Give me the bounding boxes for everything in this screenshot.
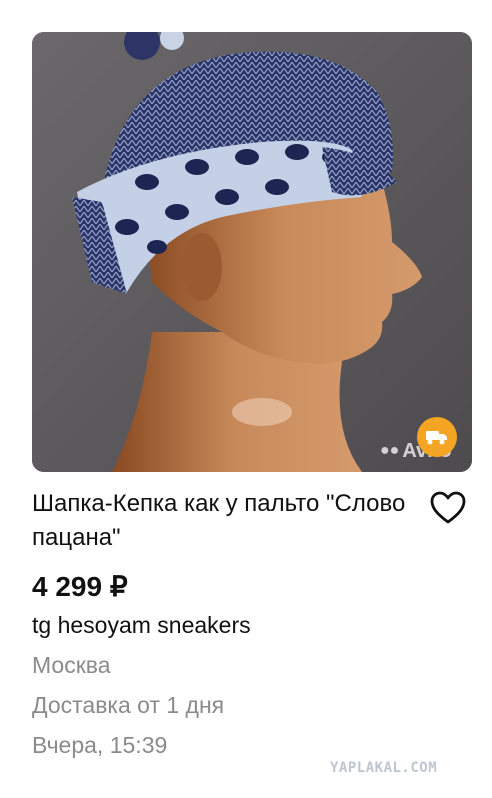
site-watermark: YAPLAKAL.COM	[330, 760, 438, 776]
seller-name[interactable]: tg hesoyam sneakers	[32, 612, 251, 639]
listing-date: Вчера, 15:39	[32, 732, 168, 758]
listing-title[interactable]: Шапка-Кепка как у пальто "Слово пацана"	[32, 487, 422, 555]
heart-outline-icon	[430, 491, 466, 524]
delivery-badge	[417, 417, 457, 457]
product-image	[32, 32, 472, 472]
delivery-info: Доставка от 1 дня	[32, 692, 225, 718]
listing-price: 4 299 ₽	[32, 571, 128, 602]
listing-city: Москва	[32, 652, 111, 678]
truck-icon	[426, 431, 447, 445]
avito-logo-icon: ●●	[380, 442, 400, 459]
product-photo[interactable]	[32, 32, 472, 472]
favorite-button[interactable]	[429, 490, 467, 526]
